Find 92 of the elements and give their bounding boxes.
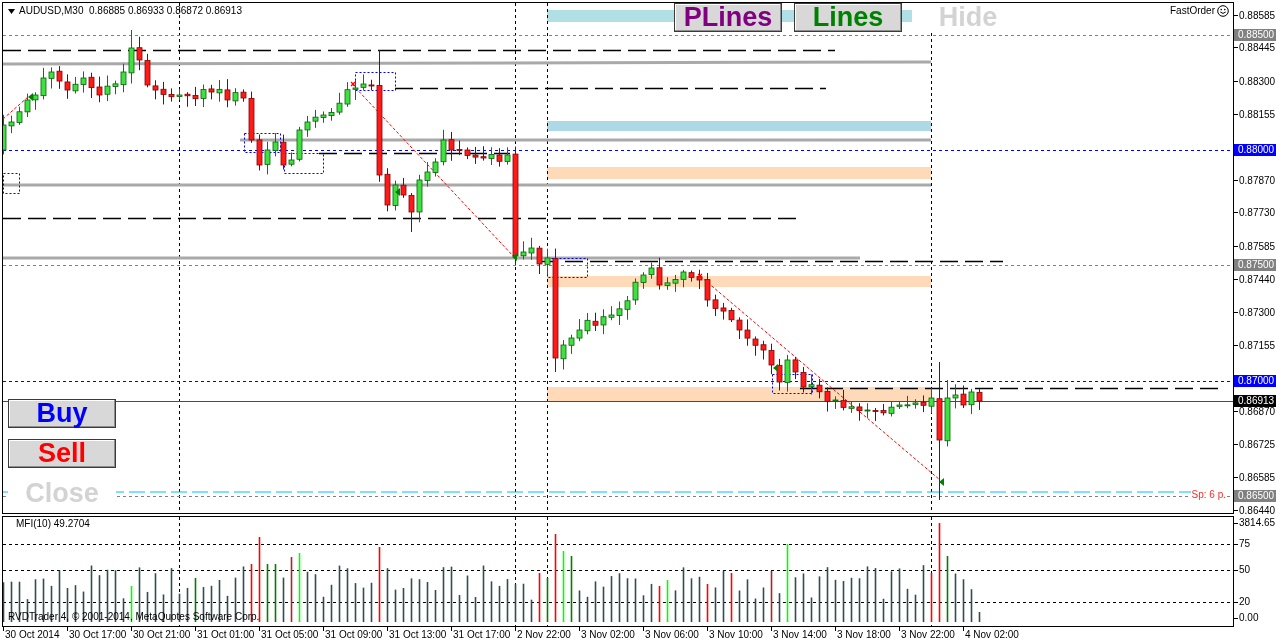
bullish-candle xyxy=(928,387,935,414)
bearish-candle xyxy=(656,257,663,291)
indicator-scale-label: 20 xyxy=(1239,596,1251,608)
arrow-marker-icon xyxy=(28,93,33,101)
price-tick-label: 0.87870 xyxy=(1239,175,1276,186)
spread-label: Sp: 6 p. xyxy=(1190,489,1227,501)
bullish-candle xyxy=(808,373,815,395)
price-tick-label: 0.86440 xyxy=(1239,505,1276,516)
price-tick-label: 0.86870 xyxy=(1239,406,1276,417)
dotted-selection-box xyxy=(355,72,396,91)
bearish-candle xyxy=(536,245,543,275)
bullish-candle xyxy=(544,248,551,276)
price-tick-label: 0.88585 xyxy=(1239,10,1276,21)
dotted-selection-box xyxy=(244,133,281,153)
bearish-candle xyxy=(592,312,599,332)
bearish-candle xyxy=(960,385,967,409)
caret-icon[interactable] xyxy=(8,8,15,14)
time-tick-label: 3 Nov 22:00 xyxy=(901,629,955,641)
arrow-marker-icon xyxy=(939,478,944,486)
indicator-scale-label: 50 xyxy=(1239,564,1251,576)
cross-marker-icon xyxy=(350,81,356,87)
bearish-candle xyxy=(920,394,927,413)
bullish-candle xyxy=(968,388,975,415)
indicator-title: MFI(10) 49.2704 xyxy=(16,518,90,530)
bullish-candle xyxy=(832,395,839,410)
price-tick-label: 0.87730 xyxy=(1239,207,1276,218)
price-marker: 0.87500 xyxy=(1234,259,1276,271)
time-tick-label: 30 Oct 2014 xyxy=(5,629,60,641)
time-tick-label: 3 Nov 06:00 xyxy=(645,629,699,641)
bullish-candle xyxy=(200,84,207,108)
arrow-marker-icon xyxy=(773,364,778,372)
toolbar-button[interactable]: Lines xyxy=(794,3,902,32)
chart-title: AUDUSD,M30 0.86885 0.86933 0.86872 0.86913 xyxy=(19,5,242,17)
arrow-marker-icon xyxy=(512,253,517,261)
price-tick-label: 0.88445 xyxy=(1239,42,1276,53)
price-tick-label: 0.86585 xyxy=(1239,472,1276,483)
price-tick-label: 0.86725 xyxy=(1239,439,1276,450)
time-tick-label: 31 Oct 17:00 xyxy=(453,629,511,641)
price-marker: 0.86500 xyxy=(1234,490,1276,502)
price-tick-label: 0.87440 xyxy=(1239,274,1276,285)
bullish-candle xyxy=(216,79,223,103)
trend-line xyxy=(3,96,29,120)
toolbar-button[interactable]: PLines xyxy=(674,3,782,32)
time-tick-label: 3 Nov 10:00 xyxy=(709,629,763,641)
time-tick-label: 3 Nov 18:00 xyxy=(837,629,891,641)
bearish-candle xyxy=(280,134,287,171)
bearish-candle xyxy=(496,147,503,168)
trade-button[interactable]: Sell xyxy=(8,439,116,468)
price-tick-label: 0.88155 xyxy=(1239,109,1276,120)
bullish-candle xyxy=(504,146,511,166)
price-marker: 0.88500 xyxy=(1234,29,1276,41)
bullish-candle xyxy=(864,402,871,419)
price-tick-label: 0.87300 xyxy=(1239,307,1276,318)
time-tick-label: 30 Oct 21:00 xyxy=(133,629,191,641)
bullish-candle xyxy=(848,401,855,414)
bullish-candle xyxy=(392,180,399,211)
indicator-scale-label: 0.00 xyxy=(1239,612,1259,624)
price-tick-label: 0.88300 xyxy=(1239,76,1276,87)
time-tick-label: 3 Nov 14:00 xyxy=(773,629,827,641)
bearish-candle xyxy=(856,402,863,422)
price-tick-label: 0.87585 xyxy=(1239,241,1276,252)
dotted-selection-box xyxy=(284,153,324,174)
bearish-candle xyxy=(208,84,215,100)
time-tick-label: 31 Oct 05:00 xyxy=(261,629,319,641)
price-marker: 0.86913 xyxy=(1234,395,1276,407)
dotted-selection-box xyxy=(772,374,813,394)
fast-order-label: FastOrder xyxy=(1170,5,1215,17)
smiley-icon[interactable] xyxy=(1217,5,1229,17)
time-tick-label: 30 Oct 17:00 xyxy=(69,629,127,641)
time-tick-label: 3 Nov 02:00 xyxy=(581,629,635,641)
bullish-candle xyxy=(232,87,239,107)
time-tick-label: 4 Nov 02:00 xyxy=(965,629,1019,641)
price-tick-label: 0.87155 xyxy=(1239,340,1276,351)
price-marker: 0.88000 xyxy=(1234,144,1276,156)
time-tick-label: 31 Oct 09:00 xyxy=(325,629,383,641)
time-tick-label: 31 Oct 01:00 xyxy=(197,629,255,641)
bearish-candle xyxy=(976,388,983,411)
price-marker: 0.87000 xyxy=(1234,375,1276,387)
time-tick-label: 31 Oct 13:00 xyxy=(389,629,447,641)
indicator-scale-label: 3814.65 xyxy=(1239,517,1276,529)
indicator-scale-label: 75 xyxy=(1239,538,1251,550)
bearish-candle xyxy=(224,78,231,108)
bullish-candle xyxy=(176,88,183,101)
trade-button[interactable]: Buy xyxy=(8,399,116,428)
time-tick-label: 2 Nov 22:00 xyxy=(517,629,571,641)
cross-marker-icon xyxy=(697,273,703,279)
bullish-candle xyxy=(784,354,791,393)
dotted-selection-box xyxy=(547,258,588,278)
bearish-candle xyxy=(840,389,847,411)
arrow-marker-icon xyxy=(395,188,400,196)
dotted-selection-box xyxy=(3,173,20,194)
bullish-candle xyxy=(488,146,495,166)
